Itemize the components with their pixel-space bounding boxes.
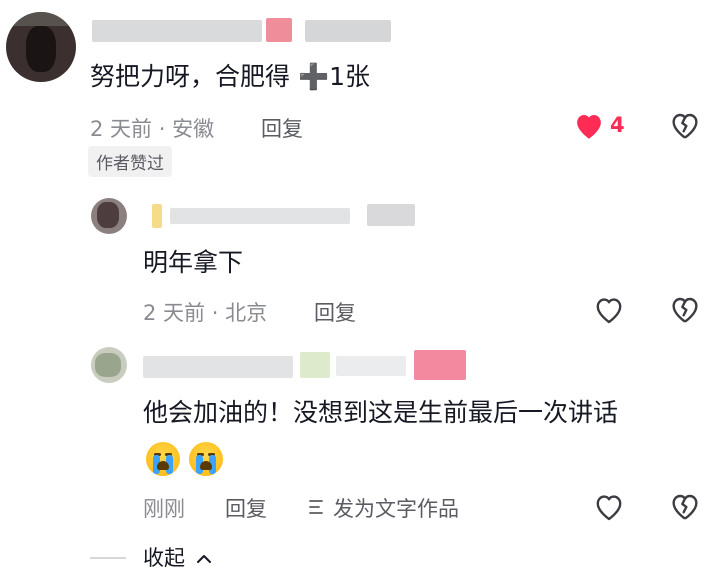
comment-meta: 2 天前 · 北京 xyxy=(143,297,267,327)
chevron-up-icon xyxy=(196,555,211,563)
comment-text: 努把力呀，合肥得 ➕1张 xyxy=(90,62,370,91)
crying-face-emoji xyxy=(146,442,180,476)
meta-separator: · xyxy=(211,301,219,325)
post-as-text-icon xyxy=(309,500,323,514)
reply-button[interactable]: 回复 xyxy=(225,493,267,523)
crying-face-emoji xyxy=(189,442,223,476)
comment-location: 北京 xyxy=(225,301,268,325)
comment-text: 明年拿下 xyxy=(143,248,244,277)
post-as-text-label: 发为文字作品 xyxy=(333,497,459,521)
comment-time: 刚刚 xyxy=(143,497,185,521)
comment-time: 2 天前 xyxy=(143,301,206,325)
heart-filled-icon[interactable] xyxy=(573,111,605,140)
heart-outline-icon[interactable] xyxy=(593,295,625,324)
dislike-broken-heart-icon[interactable] xyxy=(669,110,701,140)
avatar[interactable] xyxy=(91,347,127,383)
dislike-broken-heart-icon[interactable] xyxy=(669,491,701,521)
heart-outline-icon[interactable] xyxy=(593,492,625,521)
avatar[interactable] xyxy=(6,12,76,82)
author-liked-badge: 作者赞过 xyxy=(88,146,172,177)
reply-button[interactable]: 回复 xyxy=(314,297,356,327)
comment-meta: 2 天前 · 安徽 xyxy=(90,113,214,143)
avatar[interactable] xyxy=(91,198,127,234)
collapse-divider xyxy=(90,557,126,559)
meta-separator: · xyxy=(158,117,166,141)
collapse-label: 收起 xyxy=(143,546,185,570)
dislike-broken-heart-icon[interactable] xyxy=(669,294,701,324)
comment-location: 安徽 xyxy=(172,117,215,141)
reply-button[interactable]: 回复 xyxy=(261,113,303,143)
comment-time: 2 天前 xyxy=(90,117,153,141)
collapse-replies-button[interactable]: 收起 xyxy=(143,542,212,572)
like-count: 4 xyxy=(610,113,625,137)
comment-text: 他会加油的！没想到这是生前最后一次讲话 xyxy=(143,398,619,427)
